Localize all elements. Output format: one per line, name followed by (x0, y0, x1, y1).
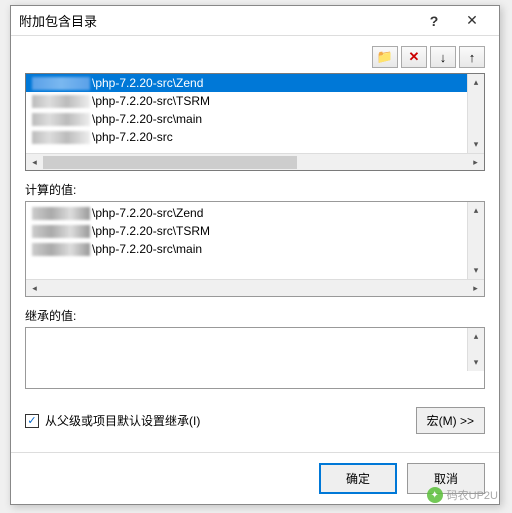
list-item: \php-7.2.20-src\TSRM (26, 222, 484, 240)
scroll-right-icon[interactable]: ▸ (467, 154, 484, 171)
watermark-text: 码农UP2U (447, 487, 498, 503)
watermark: ✦ 码农UP2U (427, 487, 498, 503)
list-item[interactable]: \php-7.2.20-src\main (26, 110, 484, 128)
list-item[interactable]: \php-7.2.20-src (26, 128, 484, 146)
evaluated-label: 计算的值: (25, 181, 485, 198)
dialog-title: 附加包含目录 (19, 11, 415, 30)
dialog-window: 附加包含目录 ? ✕ 📁 ✕ ↓ ↑ \php-7.2.20-src\Zend … (10, 5, 500, 505)
blurred-path-prefix (32, 131, 90, 144)
list-item-text: \php-7.2.20-src\Zend (92, 74, 203, 92)
blurred-path-prefix (32, 95, 90, 108)
horizontal-scrollbar[interactable]: ◂ ▸ (26, 279, 484, 296)
new-folder-button[interactable]: 📁 (372, 46, 398, 68)
evaluated-items: \php-7.2.20-src\Zend \php-7.2.20-src\TSR… (26, 202, 484, 258)
vertical-scrollbar[interactable]: ▴ ▾ (467, 202, 484, 279)
inherited-label: 继承的值: (25, 307, 485, 324)
folder-icon: 📁 (377, 49, 393, 65)
arrow-up-icon: ↑ (469, 50, 476, 65)
scroll-up-icon[interactable]: ▴ (468, 328, 484, 345)
list-toolbar: 📁 ✕ ↓ ↑ (25, 46, 485, 68)
ok-button[interactable]: 确定 (319, 463, 397, 494)
blurred-path-prefix (32, 225, 90, 238)
inherited-listbox: ▴ ▾ (25, 327, 485, 389)
scroll-down-icon[interactable]: ▾ (468, 354, 484, 371)
blurred-path-prefix (32, 77, 90, 90)
list-item-text: \php-7.2.20-src\TSRM (92, 92, 210, 110)
scroll-left-icon[interactable]: ◂ (26, 154, 43, 171)
list-item[interactable]: \php-7.2.20-src\TSRM (26, 92, 484, 110)
move-up-button[interactable]: ↑ (459, 46, 485, 68)
evaluated-listbox: \php-7.2.20-src\Zend \php-7.2.20-src\TSR… (25, 201, 485, 297)
help-button[interactable]: ? (415, 7, 453, 35)
scroll-track[interactable] (43, 280, 467, 296)
scroll-right-icon[interactable]: ▸ (467, 280, 484, 297)
inherit-checkbox[interactable]: ✓ (25, 414, 39, 428)
dialog-body: 📁 ✕ ↓ ↑ \php-7.2.20-src\Zend \php-7.2.20… (11, 36, 499, 452)
list-item-text: \php-7.2.20-src\TSRM (92, 222, 210, 240)
wechat-icon: ✦ (427, 487, 443, 503)
inherit-checkbox-label[interactable]: 从父级或项目默认设置继承(I) (45, 412, 200, 429)
horizontal-scrollbar[interactable]: ◂ ▸ (26, 153, 484, 170)
scroll-down-icon[interactable]: ▾ (468, 262, 484, 279)
scroll-thumb[interactable] (43, 156, 297, 169)
close-button[interactable]: ✕ (453, 7, 491, 35)
list-item-text: \php-7.2.20-src\main (92, 240, 202, 258)
list-item-text: \php-7.2.20-src\Zend (92, 204, 203, 222)
scroll-up-icon[interactable]: ▴ (468, 74, 484, 91)
delete-icon: ✕ (409, 49, 420, 65)
blurred-path-prefix (32, 243, 90, 256)
directories-listbox[interactable]: \php-7.2.20-src\Zend \php-7.2.20-src\TSR… (25, 73, 485, 171)
list-item: \php-7.2.20-src\Zend (26, 204, 484, 222)
list-item[interactable]: \php-7.2.20-src\Zend (26, 74, 484, 92)
blurred-path-prefix (32, 207, 90, 220)
list-item: \php-7.2.20-src\main (26, 240, 484, 258)
list-items: \php-7.2.20-src\Zend \php-7.2.20-src\TSR… (26, 74, 484, 148)
scroll-down-icon[interactable]: ▾ (468, 136, 484, 153)
bottom-options: ✓ 从父级或项目默认设置继承(I) 宏(M) >> (25, 407, 485, 434)
blurred-path-prefix (32, 113, 90, 126)
arrow-down-icon: ↓ (440, 50, 447, 65)
delete-button[interactable]: ✕ (401, 46, 427, 68)
scroll-track[interactable] (43, 154, 467, 170)
list-item-text: \php-7.2.20-src\main (92, 110, 202, 128)
macro-button[interactable]: 宏(M) >> (416, 407, 485, 434)
move-down-button[interactable]: ↓ (430, 46, 456, 68)
scroll-up-icon[interactable]: ▴ (468, 202, 484, 219)
scroll-left-icon[interactable]: ◂ (26, 280, 43, 297)
vertical-scrollbar[interactable]: ▴ ▾ (467, 74, 484, 153)
title-bar: 附加包含目录 ? ✕ (11, 6, 499, 36)
list-item-text: \php-7.2.20-src (92, 128, 173, 146)
vertical-scrollbar[interactable]: ▴ ▾ (467, 328, 484, 371)
